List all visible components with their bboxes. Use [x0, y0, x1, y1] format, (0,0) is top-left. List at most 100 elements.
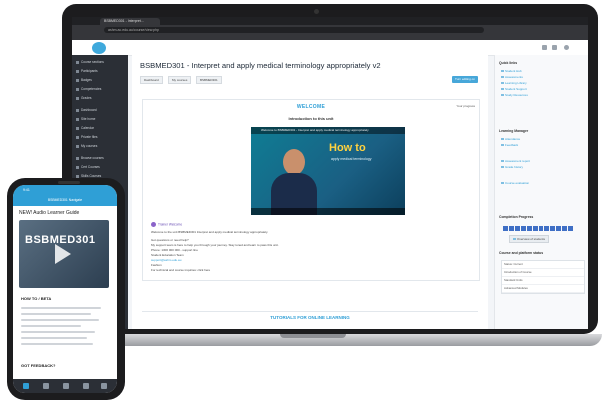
- block-title: Quick links: [499, 61, 518, 65]
- page-title: BSBMED301 - Interpret and apply medical …: [140, 61, 381, 70]
- text-line: [21, 307, 101, 309]
- text-line: [21, 331, 95, 333]
- phone-video[interactable]: BSBMED301: [19, 220, 109, 288]
- search-tab-icon[interactable]: [43, 383, 49, 389]
- progress-cell: [550, 226, 556, 231]
- progress-cell: [544, 226, 550, 231]
- calendar-tab-icon[interactable]: [63, 383, 69, 389]
- email-link[interactable]: support@ashm.edu.au: [151, 258, 181, 262]
- sidebar-item[interactable]: Participants: [76, 68, 124, 75]
- menu-tab-icon[interactable]: [101, 383, 107, 389]
- status-table: Status: Current Introduction of Course S…: [501, 260, 585, 294]
- block-title: Course and platform status: [499, 251, 544, 255]
- phone-header: BSBMED301 Navigate: [13, 195, 117, 206]
- sidebar-item[interactable]: Badges: [76, 77, 124, 84]
- body-text: My support team is here to help you thro…: [151, 243, 279, 247]
- video-overlay-subtitle: apply medical terminology: [331, 157, 372, 161]
- teacher-link[interactable]: Trainer Welcome: [151, 222, 182, 227]
- home-tab-icon[interactable]: [23, 383, 29, 389]
- moodle-top-nav: [72, 40, 588, 56]
- laptop-camera: [314, 9, 319, 14]
- sidebar-item[interactable]: My courses: [76, 143, 124, 150]
- learning-link[interactable]: Attendance: [501, 137, 520, 141]
- browser-toolbar: ashm.ac.edu.au/course/view.php: [72, 25, 588, 34]
- sidebar-item[interactable]: Dashboard: [76, 107, 124, 114]
- body-text: Got questions or need help?: [151, 238, 189, 242]
- sidebar-item[interactable]: Site home: [76, 116, 124, 123]
- text-line: [21, 313, 91, 315]
- text-line: [21, 325, 81, 327]
- table-row: Advanced Modules: [502, 285, 584, 293]
- message-icon[interactable]: [552, 45, 557, 50]
- course-main: BSBMED301 - Interpret and apply medical …: [132, 55, 488, 329]
- breadcrumb-item[interactable]: BSBMED301: [196, 76, 222, 84]
- quick-link[interactable]: Student Support: [501, 87, 527, 91]
- section-heading: WELCOME: [296, 104, 326, 110]
- sidebar-item[interactable]: Cert Courses: [76, 164, 124, 171]
- table-row: Status: Current: [502, 261, 584, 269]
- phone-page-title: NEW! Audio Learner Guide: [19, 210, 80, 216]
- sidebar-item[interactable]: Calendar: [76, 125, 124, 132]
- intro-heading: Introduction to this unit: [288, 116, 334, 121]
- play-icon[interactable]: [55, 244, 71, 264]
- text-line: [21, 337, 87, 339]
- site-logo-icon[interactable]: [92, 42, 106, 54]
- progress-cell: [508, 226, 514, 231]
- sidebar-item[interactable]: Grades: [76, 95, 124, 102]
- phone-section-heading: GOT FEEDBACK?: [21, 363, 56, 368]
- learning-link[interactable]: Assessment report: [501, 159, 530, 163]
- intro-video[interactable]: Welcome to BSBMED301 - Interpret and app…: [251, 127, 405, 215]
- progress-cell: [514, 226, 520, 231]
- quick-link[interactable]: Assessments: [501, 75, 523, 79]
- overview-button[interactable]: Overview of students: [509, 235, 550, 243]
- progress-cell: [532, 226, 538, 231]
- sidebar-item[interactable]: Private files: [76, 134, 124, 141]
- welcome-section: WELCOME Your progress Introduction to th…: [142, 99, 480, 281]
- sidebar-item[interactable]: Course sections: [76, 59, 124, 66]
- text-line: [21, 343, 93, 345]
- right-blocks: Quick links Student Hub Assessments Lear…: [494, 55, 588, 329]
- sidebar-item[interactable]: Competencies: [76, 86, 124, 93]
- progress-cell: [538, 226, 544, 231]
- notification-tab-icon[interactable]: [83, 383, 89, 389]
- presenter-image: [283, 149, 305, 175]
- body-text: For technical and course inquiries: clic…: [151, 268, 211, 272]
- video-controls[interactable]: [251, 208, 405, 215]
- laptop-screen: BSBMED301 - Interpret... ashm.ac.edu.au/…: [72, 17, 588, 329]
- text-line: [21, 319, 99, 321]
- phone-speaker: [58, 181, 80, 184]
- progress-cell: [526, 226, 532, 231]
- quick-link[interactable]: Study Resources: [501, 93, 528, 97]
- phone-tab-bar: [13, 379, 117, 393]
- learning-link[interactable]: Course evaluation: [501, 181, 529, 185]
- teacher-avatar-icon: [151, 222, 156, 227]
- body-text: Phone: 1300 000 000 - support line: [151, 248, 198, 252]
- table-row: Standard Units: [502, 277, 584, 285]
- progress-cell: [568, 226, 574, 231]
- quick-link[interactable]: Student Hub: [501, 69, 522, 73]
- block-title: Completion Progress: [499, 215, 534, 219]
- progress-cell: [520, 226, 526, 231]
- progress-cell: [556, 226, 562, 231]
- learning-link[interactable]: Grade history: [501, 165, 523, 169]
- notification-icon[interactable]: [542, 45, 547, 50]
- avatar-icon[interactable]: [564, 45, 569, 50]
- breadcrumb-item[interactable]: Dashboard: [140, 76, 163, 84]
- quick-link[interactable]: Learning Library: [501, 81, 527, 85]
- tutorials-heading[interactable]: TUTORIALS FOR ONLINE LEARNING: [142, 311, 478, 320]
- address-bar[interactable]: ashm.ac.edu.au/course/view.php: [104, 26, 484, 33]
- teacher-name: Trainer Welcome: [158, 222, 183, 227]
- sidebar-item[interactable]: Browse courses: [76, 155, 124, 162]
- completion-progress-bar: [503, 226, 574, 231]
- body-text: Student Education Team: [151, 253, 184, 257]
- edit-mode-button[interactable]: Turn editing on: [452, 76, 478, 83]
- learning-link[interactable]: Feedback: [501, 143, 518, 147]
- table-row: Introduction of Course: [502, 269, 584, 277]
- progress-cell: [562, 226, 568, 231]
- browser-tab[interactable]: BSBMED301 - Interpret...: [100, 18, 160, 25]
- body-text: Fashion: [151, 263, 162, 267]
- body-text: Welcome to the unit BSBMED301 Interpret …: [151, 230, 269, 234]
- video-title: Welcome to BSBMED301 - Interpret and app…: [251, 127, 405, 134]
- breadcrumb-item[interactable]: My courses: [168, 76, 192, 84]
- progress-label: Your progress: [456, 104, 475, 108]
